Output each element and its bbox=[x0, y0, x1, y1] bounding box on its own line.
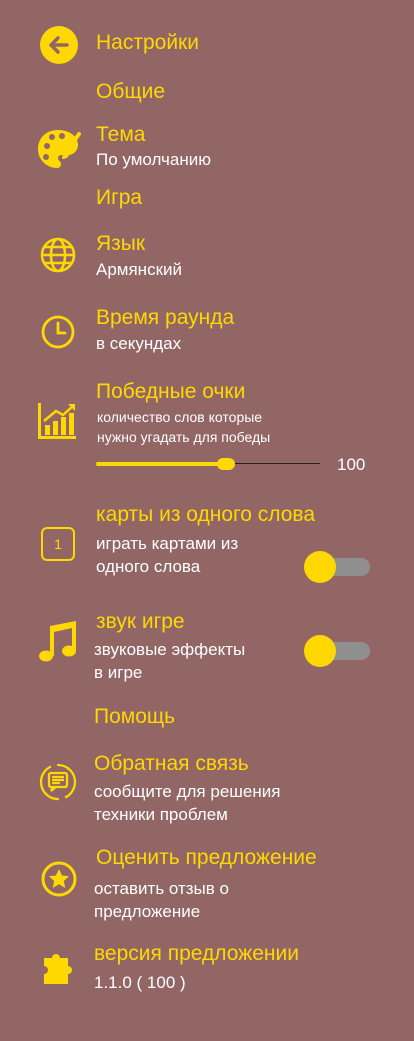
version-title: версия предложении bbox=[94, 942, 299, 965]
section-help: Помощь bbox=[94, 705, 176, 728]
clock-icon bbox=[40, 314, 76, 350]
theme-title: Тема bbox=[96, 123, 146, 146]
feedback-subtitle-2: техники проблем bbox=[94, 805, 228, 824]
single-word-subtitle-2: одного слова bbox=[96, 557, 201, 576]
star-circle-icon bbox=[40, 860, 78, 898]
bar-chart-icon bbox=[36, 401, 78, 441]
single-word-subtitle-1: играть картами из bbox=[96, 534, 239, 553]
sound-subtitle-1: звуковые эффекты bbox=[94, 640, 246, 659]
globe-icon bbox=[39, 236, 77, 274]
round-time-subtitle: в секундах bbox=[96, 334, 182, 353]
win-points-slider[interactable] bbox=[96, 452, 320, 476]
rate-title: Оценить предложение bbox=[96, 846, 317, 869]
sound-toggle-knob bbox=[304, 635, 336, 667]
feedback-title: Обратная связь bbox=[94, 752, 249, 775]
sound-subtitle-2: в игре bbox=[94, 663, 143, 682]
music-note-icon bbox=[36, 618, 80, 664]
round-time-title: Время раунда bbox=[96, 306, 235, 329]
win-points-title: Победные очки bbox=[96, 380, 246, 403]
palette-icon bbox=[36, 126, 82, 172]
single-word-title: карты из одного слова bbox=[96, 503, 316, 526]
section-game: Игра bbox=[96, 186, 143, 209]
win-points-subtitle-2: нужно угадать для победы bbox=[97, 429, 271, 445]
win-points-subtitle-1: количество слов которые bbox=[97, 409, 263, 425]
rate-subtitle-1: оставить отзыв о bbox=[94, 879, 229, 898]
puzzle-icon bbox=[40, 948, 78, 988]
back-button[interactable] bbox=[40, 26, 78, 64]
win-points-value: 100 bbox=[337, 455, 366, 474]
theme-value: По умолчанию bbox=[96, 150, 211, 169]
number-one-box-icon: 1 bbox=[39, 525, 77, 563]
page-title: Настройки bbox=[96, 31, 199, 54]
slider-inactive-track bbox=[226, 463, 320, 464]
slider-active-track bbox=[96, 462, 226, 466]
chat-refresh-icon bbox=[38, 762, 78, 802]
language-value: Армянский bbox=[96, 260, 183, 279]
section-general: Общие bbox=[96, 80, 166, 103]
feedback-subtitle-1: сообщите для решения bbox=[94, 782, 281, 801]
slider-thumb[interactable] bbox=[217, 458, 235, 470]
sound-title: звук игре bbox=[96, 610, 185, 633]
version-value: 1.1.0 ( 100 ) bbox=[94, 973, 186, 992]
single-word-toggle-knob bbox=[304, 551, 336, 583]
language-title: Язык bbox=[96, 232, 146, 255]
number-one-label: 1 bbox=[54, 536, 62, 552]
arrow-left-circle-icon bbox=[40, 26, 78, 64]
rate-subtitle-2: предложение bbox=[94, 902, 201, 921]
